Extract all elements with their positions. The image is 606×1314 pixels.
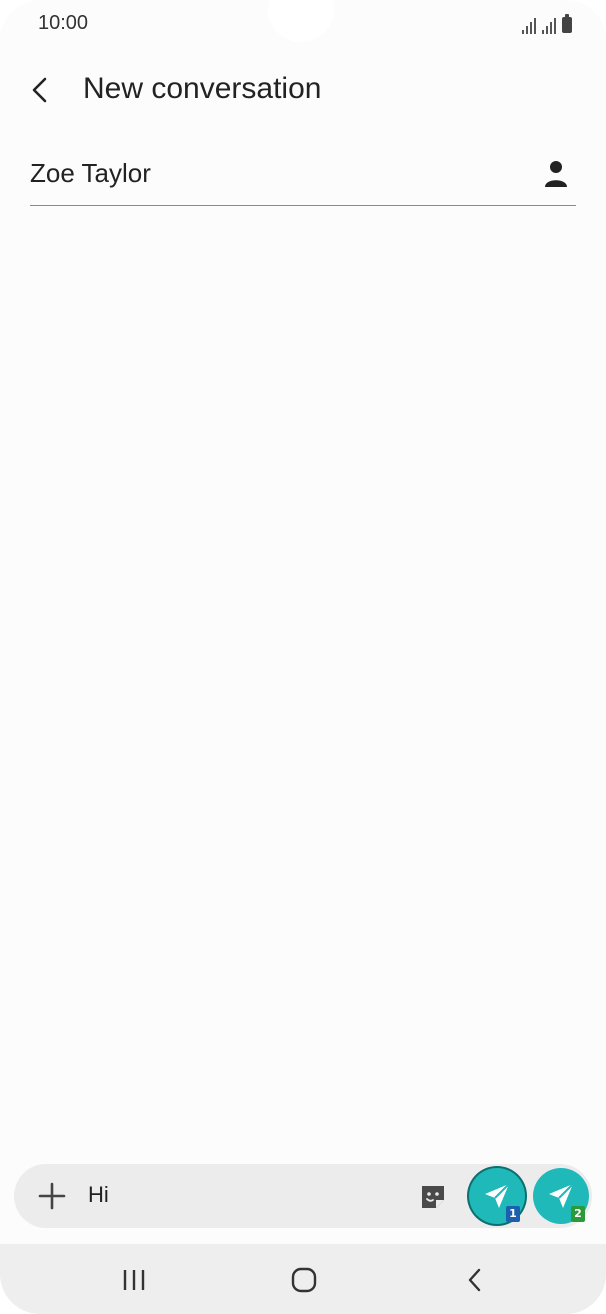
plus-icon	[38, 1182, 66, 1210]
home-button[interactable]	[282, 1258, 326, 1302]
send-sim1-button[interactable]: 1	[469, 1168, 525, 1224]
sticker-button[interactable]	[416, 1180, 450, 1214]
recents-icon	[123, 1270, 145, 1290]
recipient-field[interactable]: Zoe Taylor	[30, 150, 576, 206]
status-icons	[522, 12, 572, 34]
phone-screen: 10:00 New conversation Zoe Taylor Hi 1 2	[0, 0, 606, 1314]
back-arrow-icon	[32, 77, 47, 103]
page-title: New conversation	[83, 72, 322, 105]
back-button[interactable]	[18, 68, 62, 112]
message-input[interactable]: Hi	[88, 1182, 109, 1208]
attach-button[interactable]	[36, 1180, 68, 1212]
sim1-badge: 1	[506, 1206, 520, 1222]
sticker-icon	[422, 1186, 444, 1208]
compose-bar: Hi 1 2	[14, 1164, 592, 1228]
recipient-name[interactable]: Zoe Taylor	[30, 158, 151, 189]
app-header: New conversation	[0, 60, 606, 120]
person-icon	[545, 161, 567, 187]
contacts-button[interactable]	[538, 156, 574, 192]
signal-sim2-icon	[542, 16, 556, 34]
status-time: 10:00	[38, 12, 89, 34]
battery-icon	[562, 14, 572, 33]
home-icon	[291, 1267, 317, 1293]
navigation-bar	[0, 1244, 606, 1314]
send-sim2-button[interactable]: 2	[533, 1168, 589, 1224]
recents-button[interactable]	[112, 1258, 156, 1302]
sim2-badge: 2	[571, 1206, 585, 1222]
nav-back-button[interactable]	[453, 1258, 497, 1302]
signal-sim1-icon	[522, 16, 536, 34]
status-bar: 10:00	[0, 0, 606, 48]
back-icon	[468, 1268, 481, 1292]
